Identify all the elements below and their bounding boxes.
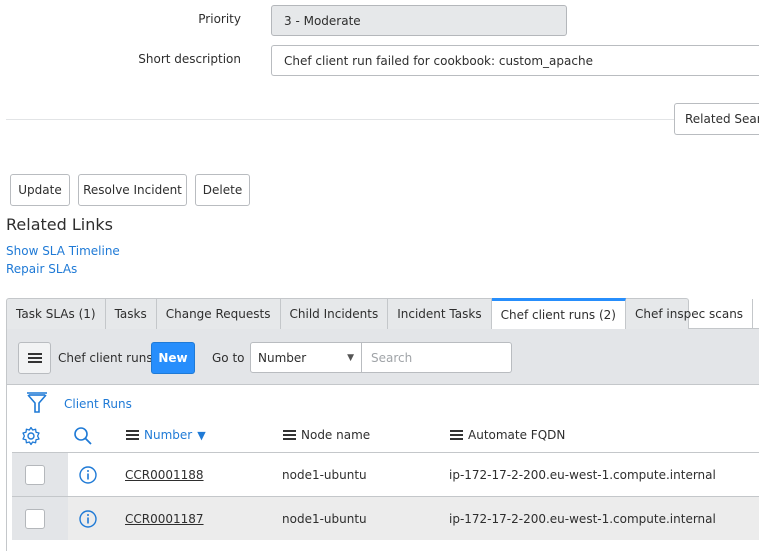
table-row: CCR0001187 node1-ubuntu ip-172-17-2-200.… [12,496,759,540]
list-menu-button[interactable] [18,342,51,374]
short-description-label: Short description [138,52,241,66]
repair-slas-link[interactable]: Repair SLAs [6,262,77,276]
row-node-name: node1-ubuntu [282,467,367,482]
column-header-automate-fqdn[interactable]: Automate FQDN [450,428,565,442]
row-checkbox[interactable] [25,465,45,485]
breadcrumb-client-runs[interactable]: Client Runs [64,397,132,411]
search-columns-icon[interactable] [73,426,93,449]
tab-chef-client-runs[interactable]: Chef client runs (2) [491,298,626,329]
row-info-icon[interactable] [78,497,98,540]
delete-button[interactable]: Delete [195,174,250,206]
short-description-field[interactable]: Chef client run failed for cookbook: cus… [271,45,759,76]
list-search-input[interactable]: Search [362,342,512,373]
tab-incident-tasks[interactable]: Incident Tasks [388,299,492,329]
resolve-incident-button[interactable]: Resolve Incident [78,174,187,206]
row-select-cell [12,497,68,540]
column-label-node-name: Node name [301,428,371,442]
show-sla-timeline-link[interactable]: Show SLA Timeline [6,244,120,258]
update-button[interactable]: Update [10,174,70,206]
goto-field-value: Number [258,350,307,365]
row-select-cell [12,453,68,496]
column-label-number: Number [144,428,193,442]
row-checkbox[interactable] [25,509,45,529]
personalize-list-gear-icon[interactable] [21,426,41,449]
related-links-title: Related Links [6,215,113,234]
related-lists-tabs: Task SLAs (1) Tasks Change Requests Chil… [6,298,754,329]
list-title: Chef client runs [58,351,153,365]
column-label-automate-fqdn: Automate FQDN [468,428,566,442]
row-number-link[interactable]: CCR0001187 [125,497,204,540]
goto-field-select[interactable]: Number ▼ [250,342,362,373]
column-header-number[interactable]: Number ▼ [126,428,206,442]
row-number-link[interactable]: CCR0001188 [125,453,204,496]
sort-desc-icon: ▼ [197,428,206,442]
new-button[interactable]: New [151,342,195,374]
row-automate-fqdn: ip-172-17-2-200.eu-west-1.compute.intern… [449,511,716,526]
tab-tasks[interactable]: Tasks [106,299,157,329]
priority-field[interactable]: 3 - Moderate [271,5,567,36]
goto-label: Go to [212,351,245,365]
tab-child-incidents[interactable]: Child Incidents [281,299,389,329]
dropdown-arrow-icon: ▼ [347,352,354,363]
tab-chef-inspec-scans[interactable]: Chef inspec scans [626,299,754,329]
tab-change-requests[interactable]: Change Requests [157,299,281,329]
row-node-name: node1-ubuntu [282,511,367,526]
section-divider [6,119,674,120]
row-automate-fqdn: ip-172-17-2-200.eu-west-1.compute.intern… [449,467,716,482]
related-search-button[interactable]: Related Searc [674,103,759,135]
priority-label: Priority [198,12,241,26]
tab-task-slas[interactable]: Task SLAs (1) [7,299,106,329]
column-menu-icon[interactable] [126,430,139,440]
column-menu-icon[interactable] [283,430,296,440]
column-menu-icon[interactable] [450,430,463,440]
hamburger-icon [27,353,42,363]
filter-icon[interactable] [26,391,48,418]
column-header-node-name[interactable]: Node name [283,428,370,442]
table-row: CCR0001188 node1-ubuntu ip-172-17-2-200.… [12,452,759,496]
row-info-icon[interactable] [78,453,98,496]
